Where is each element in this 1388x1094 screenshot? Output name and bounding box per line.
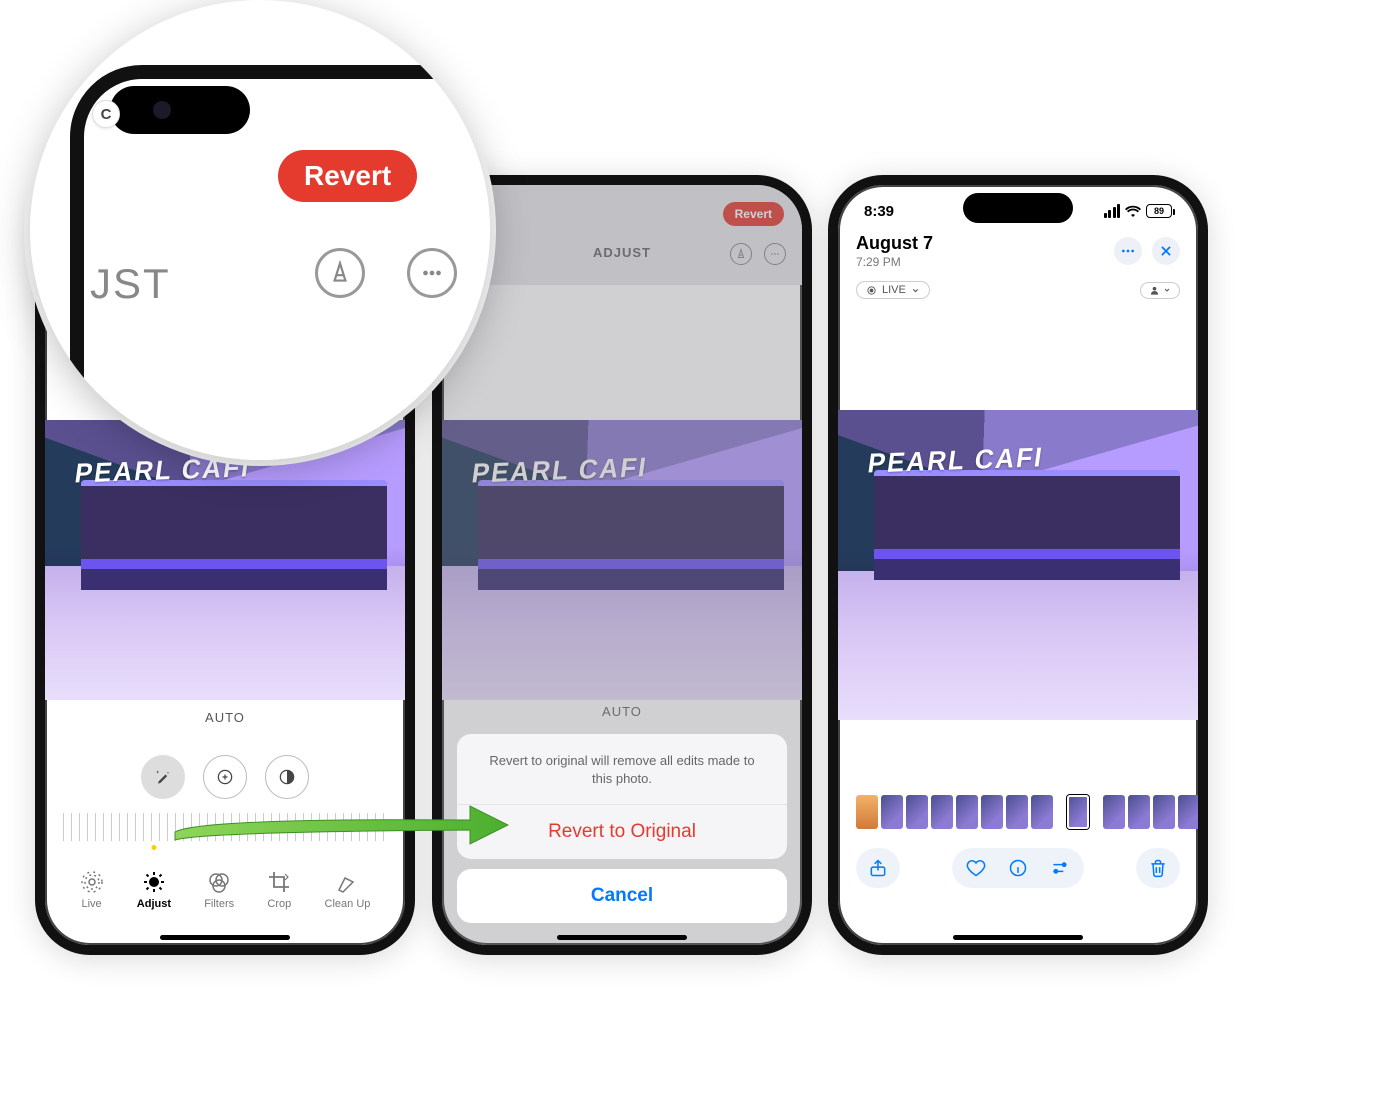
exposure-button[interactable]: [203, 755, 247, 799]
more-menu-button[interactable]: [1114, 237, 1142, 265]
photo-preview[interactable]: [838, 410, 1198, 720]
thumbnail[interactable]: [1031, 795, 1053, 829]
favorite-button[interactable]: [966, 858, 986, 878]
share-button[interactable]: [856, 848, 900, 888]
delete-button[interactable]: [1136, 848, 1180, 888]
thumbnail[interactable]: [1153, 795, 1175, 829]
tab-crop[interactable]: Crop: [267, 855, 291, 925]
thumbnail[interactable]: [956, 795, 978, 829]
thumbnail-strip[interactable]: [856, 794, 1180, 830]
tab-live[interactable]: Live: [80, 855, 104, 925]
thumbnail[interactable]: [856, 795, 878, 829]
people-badge[interactable]: [1140, 282, 1180, 299]
phone-photo-viewer: 8:39 89 August 7 7:29 PM LIVE: [828, 175, 1208, 955]
more-button[interactable]: [407, 248, 457, 298]
photo-preview: [45, 420, 405, 700]
viewer-toolbar: [856, 846, 1180, 890]
live-badge[interactable]: LIVE: [856, 281, 930, 299]
thumbnail[interactable]: [981, 795, 1003, 829]
brilliance-button[interactable]: [265, 755, 309, 799]
status-bar: 8:39 89: [838, 197, 1198, 225]
edit-button[interactable]: [1050, 858, 1070, 878]
thumbnail[interactable]: [1128, 795, 1150, 829]
tab-label: Live: [82, 898, 102, 910]
annotation-arrow: [170, 800, 510, 850]
thumbnail[interactable]: [1203, 795, 1208, 829]
tab-label: Crop: [267, 898, 291, 910]
home-indicator[interactable]: [160, 935, 290, 940]
tab-label: Filters: [204, 898, 234, 910]
tab-adjust[interactable]: Adjust: [137, 855, 171, 925]
cancel-button-partial[interactable]: C: [92, 100, 120, 128]
adjust-auto-label: AUTO: [45, 710, 405, 725]
editor-mode-label-partial: JST: [90, 260, 171, 308]
home-indicator[interactable]: [557, 935, 687, 940]
thumbnail[interactable]: [881, 795, 903, 829]
wifi-icon: [1125, 205, 1141, 217]
revert-button[interactable]: Revert: [278, 150, 417, 202]
sheet-message: Revert to original will remove all edits…: [457, 734, 787, 804]
camera-lens-icon: [150, 98, 174, 122]
tab-label: Clean Up: [325, 898, 371, 910]
status-time: 8:39: [864, 203, 894, 220]
battery-indicator: 89: [1146, 204, 1172, 218]
adjust-tools: [45, 755, 405, 799]
zoom-callout: C Revert JST: [30, 0, 490, 460]
tab-label: Adjust: [137, 898, 171, 910]
thumbnail[interactable]: [931, 795, 953, 829]
thumbnail[interactable]: [1006, 795, 1028, 829]
thumbnail-selected[interactable]: [1067, 795, 1089, 829]
close-button[interactable]: [1152, 237, 1180, 265]
info-button[interactable]: [1008, 858, 1028, 878]
auto-enhance-button[interactable]: [141, 755, 185, 799]
tab-filters[interactable]: Filters: [204, 855, 234, 925]
home-indicator[interactable]: [953, 935, 1083, 940]
markup-button[interactable]: [315, 248, 365, 298]
dynamic-island: [110, 86, 250, 134]
thumbnail[interactable]: [1178, 795, 1200, 829]
cancel-button[interactable]: Cancel: [457, 869, 787, 923]
thumbnail[interactable]: [1103, 795, 1125, 829]
tab-cleanup[interactable]: Clean Up: [325, 855, 371, 925]
cellular-icon: [1104, 204, 1121, 218]
editor-tabbar: Live Adjust Filters Crop Clean Up: [45, 855, 405, 925]
thumbnail[interactable]: [906, 795, 928, 829]
